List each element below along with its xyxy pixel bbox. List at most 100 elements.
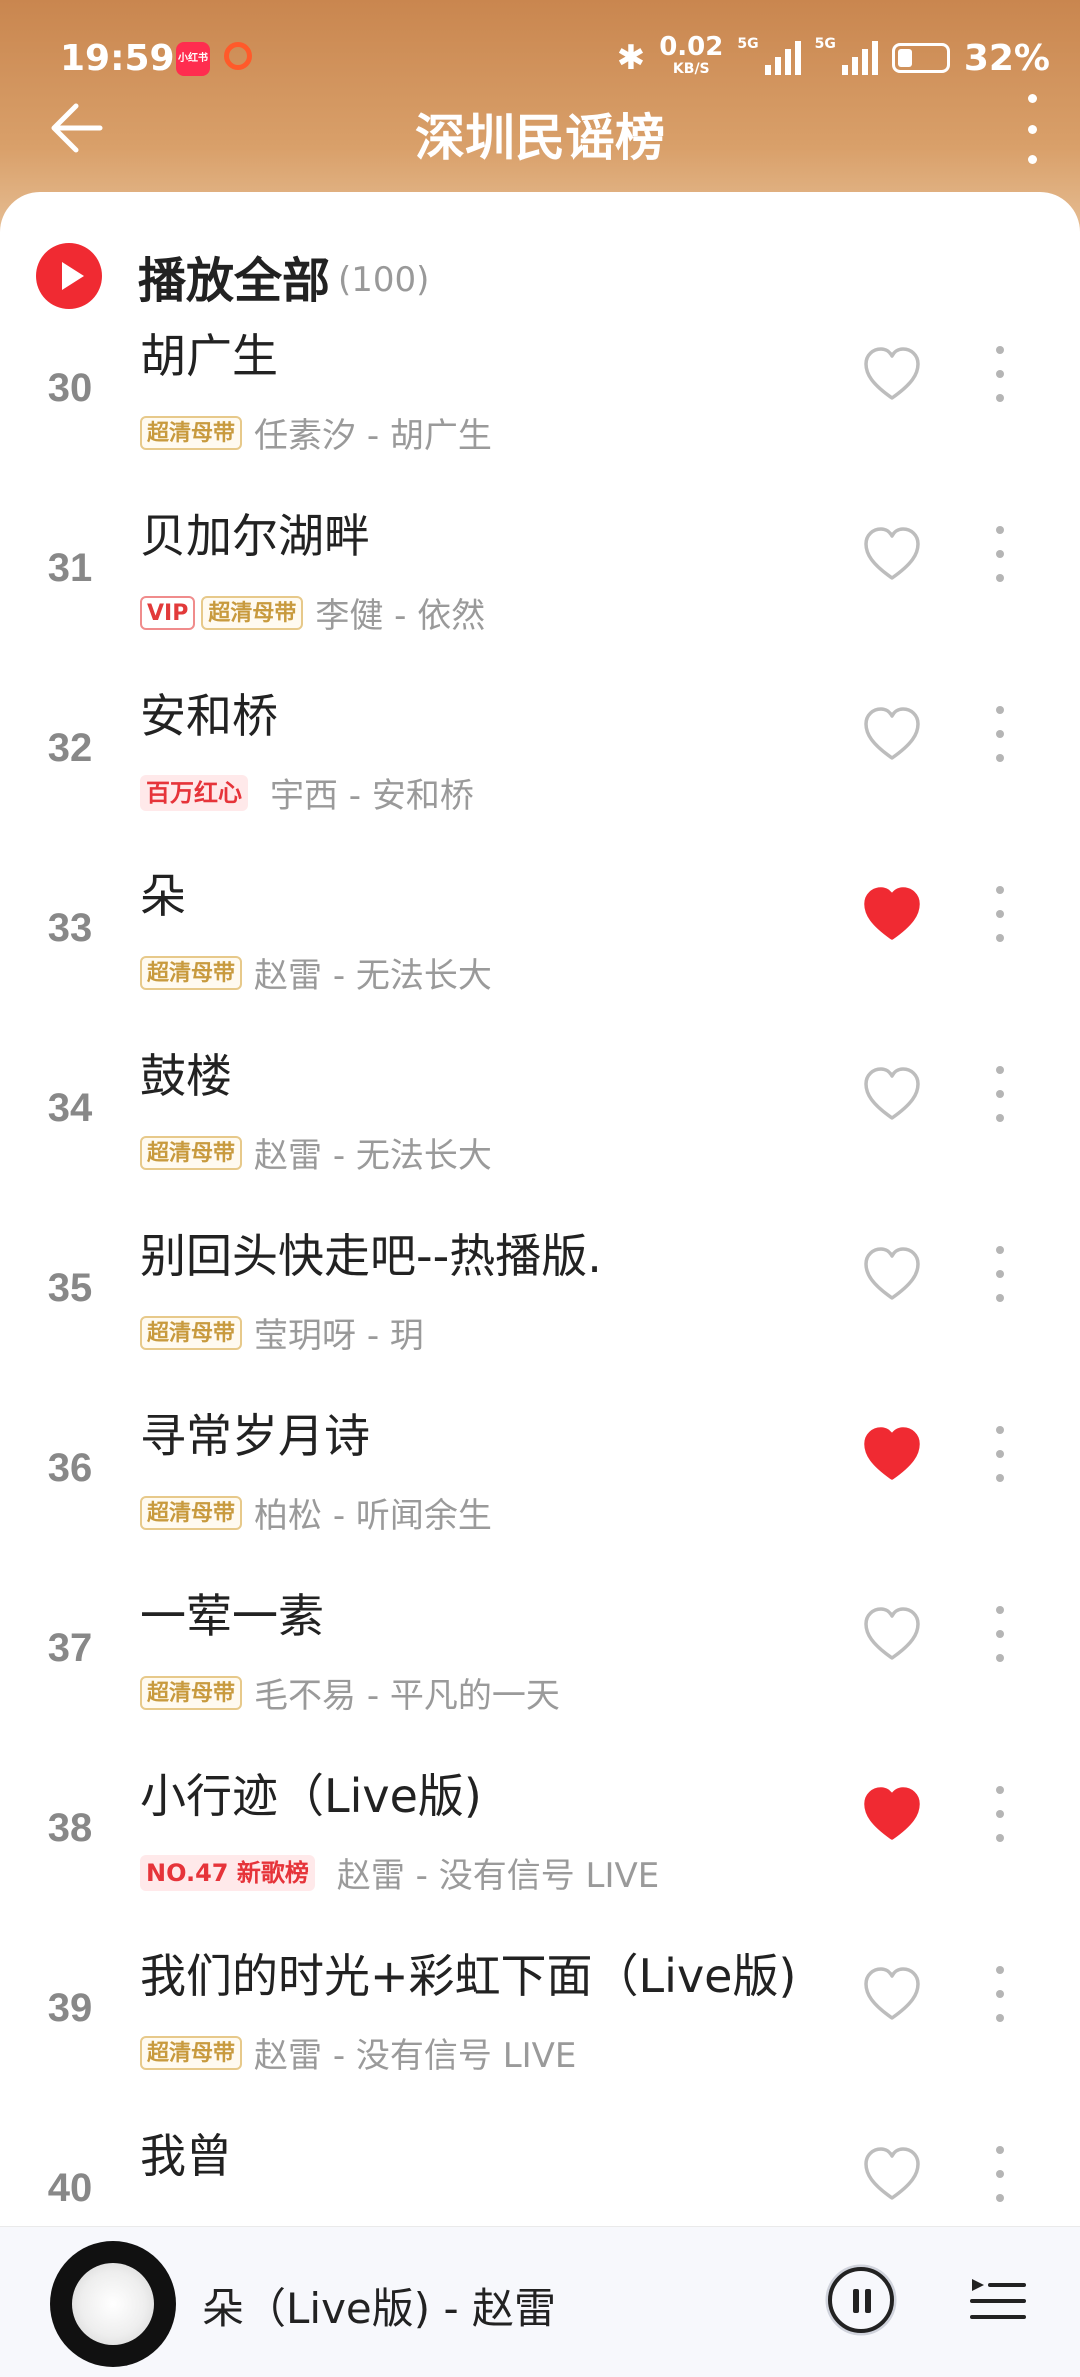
heart-filled-icon[interactable] [862,1786,922,1842]
song-title[interactable]: 朵 [140,860,186,926]
song-artist-album: 莹玥呀 - 玥 [254,1316,424,1356]
play-all-button[interactable]: 播放全部 (100) [36,236,429,316]
song-artist-album: 宇西 - 安和桥 [270,776,474,816]
quality-badge: 超清母带 [140,1135,243,1170]
song-rank: 40 [47,2166,93,2210]
song-meta: 超清母带 任素汐 - 胡广生 [140,408,492,457]
song-rank: 39 [47,1986,93,2030]
heart-outline-icon[interactable] [862,1246,922,1302]
heart-outline-icon[interactable] [862,2146,922,2202]
song-row[interactable]: 39 我们的时光+彩虹下面（Live版) 超清母带 赵雷 - 没有信号 LIVE [0,1948,1080,2128]
song-row[interactable]: 38 小行迹（Live版) NO.47 新歌榜 赵雷 - 没有信号 LIVE [0,1768,1080,1948]
song-rank: 36 [47,1446,93,1490]
song-more-icon[interactable] [990,346,1010,402]
play-icon[interactable] [36,243,102,309]
song-rank: 32 [47,726,93,770]
song-more-icon[interactable] [990,1786,1010,1842]
song-more-icon[interactable] [990,1606,1010,1662]
song-meta: 百万红心 宇西 - 安和桥 [140,768,474,817]
heart-filled-icon[interactable] [862,886,922,942]
song-meta: NO.47 新歌榜 赵雷 - 没有信号 LIVE [140,1848,659,1897]
quality-badge: 超清母带 [140,2035,243,2070]
quality-badge: 超清母带 [140,955,243,990]
song-row[interactable]: 33 朵超清母带 赵雷 - 无法长大 [0,868,1080,1048]
heart-filled-icon[interactable] [862,1426,922,1482]
mini-player[interactable]: 朵（Live版) - 赵雷 [0,2226,1080,2377]
song-list: 30 胡广生 超清母带 任素汐 - 胡广生 31 贝加尔湖畔 VIP 超清母带 李健 - 依然… [0,328,1080,2308]
status-right: ✱ 0.02 KB/S 5G 5G 32% [617,34,1050,80]
song-more-icon[interactable] [990,2146,1010,2202]
song-artist-album: 任素汐 - 胡广生 [254,416,492,456]
song-more-icon[interactable] [990,1966,1010,2022]
song-more-icon[interactable] [990,886,1010,942]
song-title[interactable]: 寻常岁月诗 [140,1400,370,1466]
more-options-icon[interactable] [1020,94,1044,164]
battery-icon [891,43,950,73]
page-title: 深圳民谣榜 [415,109,665,167]
song-title[interactable]: 贝加尔湖畔 [140,500,370,566]
now-playing-title[interactable]: 朵（Live版) - 赵雷 [202,2275,556,2336]
heart-outline-icon[interactable] [862,1066,922,1122]
quality-badge: 超清母带 [140,1675,243,1710]
million-likes-badge: 百万红心 [140,774,248,811]
xiaohongshu-app-icon: 小红书 [176,42,210,76]
song-artist-album: 李健 - 依然 [315,596,486,636]
song-rank: 30 [47,366,93,410]
network-speed: 0.02 KB/S [659,34,723,80]
song-row[interactable]: 35 别回头快走吧--热播版. 超清母带 莹玥呀 - 玥 [0,1228,1080,1408]
play-all-label: 播放全部 [138,253,331,309]
song-rank: 34 [47,1086,93,1130]
song-title[interactable]: 安和桥 [140,680,278,746]
heart-outline-icon[interactable] [862,346,922,402]
song-meta: 超清母带 柏松 - 听闻余生 [140,1488,492,1537]
chart-rank-badge: NO.47 新歌榜 [140,1854,315,1891]
heart-outline-icon[interactable] [862,1606,922,1662]
song-more-icon[interactable] [990,1246,1010,1302]
song-artist-album: 柏松 - 听闻余生 [254,1496,492,1536]
song-row[interactable]: 31 贝加尔湖畔 VIP 超清母带 李健 - 依然 [0,508,1080,688]
heart-outline-icon[interactable] [862,1966,922,2022]
song-title[interactable]: 我们的时光+彩虹下面（Live版) [140,1940,796,2006]
playlist-queue-icon[interactable] [968,2273,1026,2325]
song-rank: 33 [47,906,93,950]
song-more-icon[interactable] [990,1066,1010,1122]
song-rank: 35 [47,1266,93,1310]
signal-icon-1 [764,41,801,75]
song-count: (100) [338,260,430,300]
song-more-icon[interactable] [990,706,1010,762]
notification-ring-icon [224,42,252,70]
song-title[interactable]: 一荤一素 [140,1580,324,1646]
song-title[interactable]: 鼓楼 [140,1040,232,1106]
vip-badge: VIP [140,595,196,630]
song-artist-album: 毛不易 - 平凡的一天 [254,1676,560,1716]
song-more-icon[interactable] [990,526,1010,582]
pause-button[interactable] [828,2267,894,2333]
heart-outline-icon[interactable] [862,706,922,762]
song-row[interactable]: 37 一荤一素 超清母带 毛不易 - 平凡的一天 [0,1588,1080,1768]
song-title[interactable]: 小行迹（Live版) [140,1760,482,1826]
song-row[interactable]: 36 寻常岁月诗 超清母带 柏松 - 听闻余生 [0,1408,1080,1588]
song-meta: 超清母带 莹玥呀 - 玥 [140,1308,424,1357]
status-time: 19:59 [60,38,175,79]
quality-badge: 超清母带 [140,1315,243,1350]
song-more-icon[interactable] [990,1426,1010,1482]
song-title[interactable]: 别回头快走吧--热播版. [140,1220,602,1286]
song-title[interactable]: 我曾 [140,2120,232,2186]
quality-badge: 超清母带 [140,415,243,450]
battery-percent: 32% [963,37,1050,79]
song-row[interactable]: 30 胡广生 超清母带 任素汐 - 胡广生 [0,328,1080,508]
heart-outline-icon[interactable] [862,526,922,582]
quality-badge: 超清母带 [140,1495,243,1530]
album-disc[interactable] [50,2241,176,2367]
song-row[interactable]: 34 鼓楼 超清母带 赵雷 - 无法长大 [0,1048,1080,1228]
song-artist-album: 赵雷 - 无法长大 [254,1136,492,1176]
nav-bar: 深圳民谣榜 [0,88,1080,168]
song-meta: 超清母带 赵雷 - 没有信号 LIVE [140,2028,576,2077]
song-rank: 31 [47,546,93,590]
song-rank: 37 [47,1626,93,1670]
song-artist-album: 赵雷 - 没有信号 LIVE [254,2036,577,2076]
song-meta: 超清母带 赵雷 - 无法长大 [140,1128,492,1177]
network-type-1: 5G [737,36,759,52]
song-title[interactable]: 胡广生 [140,320,278,386]
song-row[interactable]: 32 安和桥 百万红心 宇西 - 安和桥 [0,688,1080,868]
